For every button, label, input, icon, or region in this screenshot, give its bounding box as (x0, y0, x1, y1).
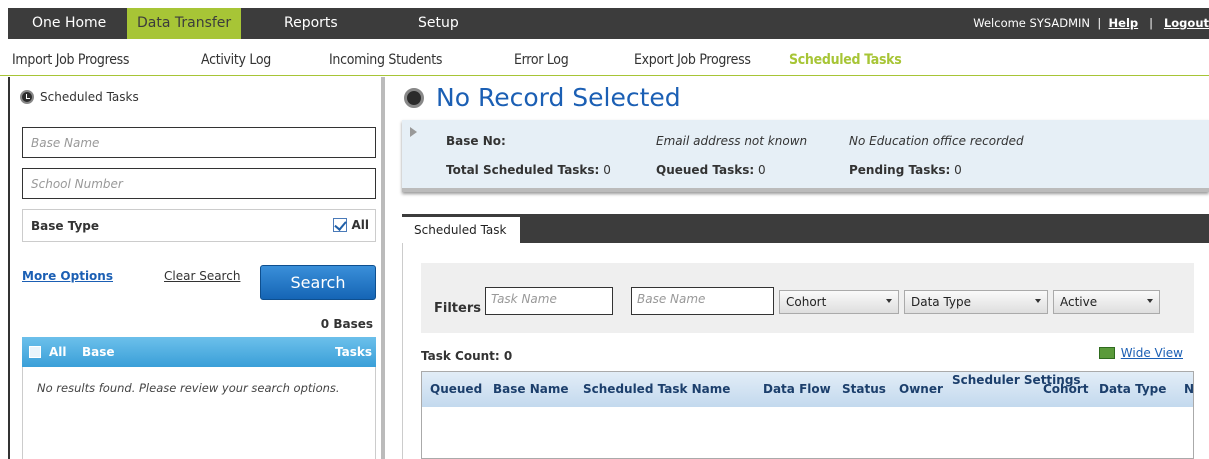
sidebar-title-text: Scheduled Tasks (40, 90, 139, 104)
chevron-down-icon (1035, 299, 1041, 303)
main-panel: No Record Selected Base No: Email addres… (392, 77, 1209, 459)
clear-search-link[interactable]: Clear Search (164, 269, 240, 283)
pending-tasks-label: Pending Tasks: (849, 163, 951, 177)
search-sidebar: Scheduled Tasks Base Name School Number … (8, 77, 385, 459)
sidebar-title: Scheduled Tasks (20, 90, 139, 104)
chevron-down-icon (886, 299, 892, 303)
tab-scheduled-task[interactable]: Scheduled Task (402, 217, 520, 243)
data-type-value: Data Type (911, 295, 972, 309)
expand-arrow-icon[interactable] (410, 127, 417, 137)
base-name-input[interactable]: Base Name (22, 127, 376, 158)
help-link[interactable]: Help (1109, 16, 1139, 30)
top-nav-bar: One Home Data Transfer Reports Setup Wel… (0, 8, 1209, 39)
all-checkbox[interactable] (333, 218, 348, 232)
sub-nav-bar: Import Job Progress Activity Log Incomin… (0, 39, 1209, 76)
col-status[interactable]: Status (842, 382, 886, 396)
col-cohort[interactable]: Cohort (1043, 382, 1089, 396)
all-label: All (351, 218, 369, 232)
alarm-clock-icon (20, 90, 34, 104)
nav-one-home[interactable]: One Home (22, 8, 116, 39)
subnav-activity-log[interactable]: Activity Log (201, 52, 271, 68)
base-name-filter[interactable]: Base Name (631, 287, 774, 315)
col-scheduled-task-name[interactable]: Scheduled Task Name (583, 382, 730, 396)
results-list-header: All Base Tasks (22, 337, 376, 367)
col-scheduler-settings[interactable]: Scheduler Settings (952, 373, 1081, 388)
wide-view-link[interactable]: Wide View (1098, 346, 1183, 360)
queued-tasks-label: Queued Tasks: (656, 163, 755, 177)
search-button[interactable]: Search (260, 265, 376, 300)
select-all-checkbox[interactable] (29, 346, 41, 358)
user-area: Welcome SYSADMIN | Help | Logout (973, 16, 1209, 30)
queued-tasks-value: 0 (757, 163, 766, 177)
col-data-type[interactable]: Data Type (1099, 382, 1166, 396)
base-type-label: Base Type (31, 219, 100, 233)
wide-view-icon (1098, 347, 1115, 359)
subnav-error-log[interactable]: Error Log (514, 52, 569, 68)
grid-header: Queued Base Name Scheduled Task Name Dat… (422, 372, 1194, 407)
tab-bar: Scheduled Task (402, 214, 1209, 243)
more-options-link[interactable]: More Options (22, 269, 113, 283)
total-tasks-label: Total Scheduled Tasks: (446, 163, 600, 177)
col-data-flow[interactable]: Data Flow (763, 382, 831, 396)
filters-bar: Filters Task Name Base Name Cohort Data … (421, 263, 1194, 333)
alarm-clock-icon (404, 87, 424, 108)
record-title: No Record Selected (404, 83, 681, 112)
header-base[interactable]: Base (82, 345, 115, 359)
pending-tasks-value: 0 (954, 163, 962, 177)
active-value: Active (1060, 295, 1098, 309)
nav-reports[interactable]: Reports (274, 8, 348, 39)
col-owner[interactable]: Owner (899, 382, 943, 396)
tasks-grid: Queued Base Name Scheduled Task Name Dat… (421, 371, 1194, 459)
active-dropdown[interactable]: Active (1053, 290, 1160, 314)
base-type-all-toggle[interactable]: All (333, 218, 369, 232)
welcome-text: Welcome SYSADMIN (973, 16, 1091, 30)
task-count: Task Count: 0 (421, 349, 513, 363)
bases-count: 0 Bases (320, 317, 373, 331)
task-name-filter[interactable]: Task Name (485, 287, 613, 315)
total-tasks-value: 0 (603, 163, 611, 177)
data-type-dropdown[interactable]: Data Type (904, 290, 1048, 314)
nav-data-transfer[interactable]: Data Transfer (127, 8, 242, 39)
cohort-value: Cohort (786, 295, 827, 309)
base-no-label: Base No: (446, 134, 506, 148)
header-all: All (49, 345, 67, 359)
subnav-import-job-progress[interactable]: Import Job Progress (12, 52, 129, 68)
filters-label: Filters (434, 301, 481, 316)
scheduled-task-pane: Filters Task Name Base Name Cohort Data … (402, 243, 1209, 459)
col-base-name[interactable]: Base Name (493, 382, 569, 396)
email-text: Email address not known (656, 134, 808, 148)
wide-view-label[interactable]: Wide View (1121, 346, 1183, 360)
page-title: No Record Selected (436, 83, 681, 112)
chevron-down-icon (1147, 299, 1153, 303)
base-type-filter: Base Type All (22, 209, 376, 242)
results-list: No results found. Please review your sea… (22, 367, 376, 459)
cohort-dropdown[interactable]: Cohort (779, 290, 899, 314)
col-n[interactable]: N (1184, 382, 1194, 396)
header-tasks[interactable]: Tasks (335, 345, 372, 359)
subnav-scheduled-tasks[interactable]: Scheduled Tasks (789, 52, 902, 68)
subnav-export-job-progress[interactable]: Export Job Progress (634, 52, 751, 68)
record-info-panel: Base No: Email address not known No Educ… (402, 120, 1209, 192)
logout-link[interactable]: Logout (1164, 16, 1209, 30)
nav-setup[interactable]: Setup (408, 8, 469, 39)
no-results-message: No results found. Please review your sea… (37, 381, 340, 395)
school-number-input[interactable]: School Number (22, 168, 376, 199)
subnav-incoming-students[interactable]: Incoming Students (329, 52, 442, 68)
col-queued[interactable]: Queued (430, 382, 482, 396)
education-office-text: No Education office recorded (849, 134, 1024, 148)
